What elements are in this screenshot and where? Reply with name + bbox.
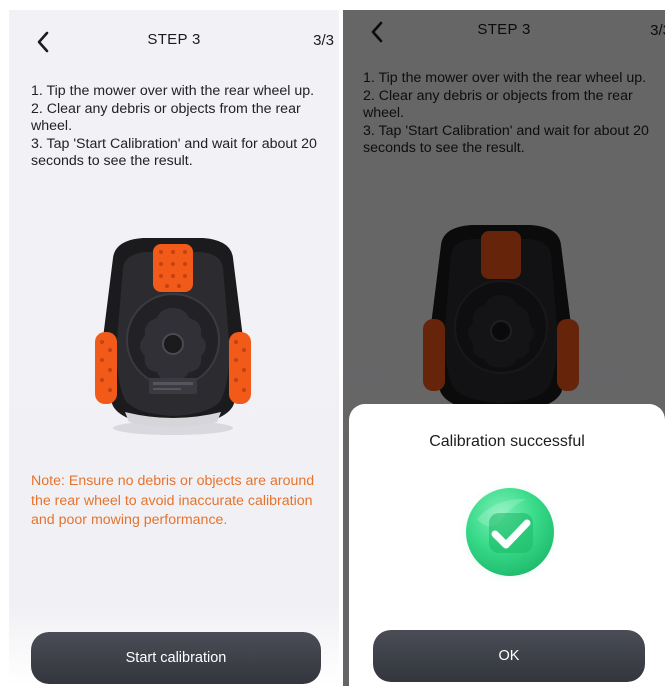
calibration-result-dialog: Calibration successful OK	[349, 404, 665, 686]
calibration-result-screen: STEP 3 3/3 1. Tip the mower over with th…	[343, 10, 665, 686]
warning-note: Note: Ensure no debris or objects are ar…	[31, 473, 315, 528]
page-indicator: 3/3	[313, 32, 334, 49]
mower-underside-image	[95, 238, 251, 435]
start-calibration-button[interactable]: Start calibration	[31, 632, 321, 684]
header: STEP 3 3/3	[9, 10, 339, 70]
calibration-step-screen: STEP 3 3/3 1. Tip the mower over with th…	[9, 10, 339, 686]
instruction-1: 1. Tip the mower over with the rear whee…	[31, 83, 315, 99]
instruction-2: 2. Clear any debris or objects from the …	[31, 100, 301, 135]
instruction-3: 3. Tap 'Start Calibration' and wait for …	[31, 135, 317, 170]
dialog-title: Calibration successful	[429, 433, 585, 450]
check-circle-icon	[458, 480, 562, 584]
instructions: 1. Tip the mower over with the rear whee…	[31, 83, 331, 171]
ok-button[interactable]: OK	[373, 630, 645, 682]
step-title: STEP 3	[147, 31, 201, 48]
